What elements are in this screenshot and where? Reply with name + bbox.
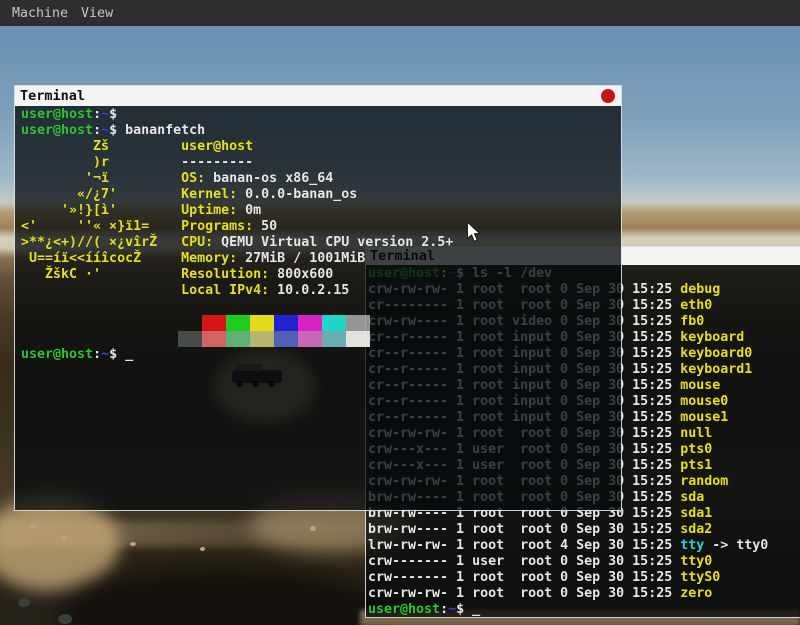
menu-bar: Machine View bbox=[0, 0, 800, 26]
terminal-line: <' ''« ×}ï1= Programs: 50 bbox=[21, 219, 621, 235]
terminal-line: user@host:~$ bananfetch bbox=[21, 123, 621, 139]
terminal-line bbox=[21, 331, 621, 347]
palette-swatch bbox=[202, 331, 226, 347]
palette-swatch bbox=[346, 331, 370, 347]
terminal-line: '»!}[ì' Uptime: 0m bbox=[21, 203, 621, 219]
terminal-line: crw------- 1 root root 0 Sep 30 15:25 tt… bbox=[368, 570, 800, 586]
palette-swatch bbox=[298, 315, 322, 331]
palette-swatch bbox=[226, 331, 250, 347]
palette-swatch bbox=[274, 331, 298, 347]
rock bbox=[310, 526, 316, 531]
terminal-line bbox=[21, 315, 621, 331]
terminal-line: >**¿<+)//( ×¿vîrŽ CPU: QEMU Virtual CPU … bbox=[21, 235, 621, 251]
palette-swatch bbox=[298, 331, 322, 347]
palette-swatch bbox=[178, 331, 202, 347]
terminal-line: user@host:~$ bbox=[21, 107, 621, 123]
menu-item-machine[interactable]: Machine bbox=[12, 6, 68, 21]
palette-swatch bbox=[178, 315, 202, 331]
palette-swatch bbox=[322, 315, 346, 331]
palette-swatch bbox=[346, 315, 370, 331]
palette-swatch bbox=[202, 315, 226, 331]
terminal1-title-bar[interactable]: Terminal bbox=[15, 86, 621, 106]
rock bbox=[18, 598, 30, 607]
wallpaper-shadow-patch bbox=[60, 566, 390, 625]
terminal-line: user@host:~$ _ bbox=[368, 602, 800, 617]
rock bbox=[58, 614, 72, 624]
palette-swatch bbox=[250, 315, 274, 331]
close-button[interactable] bbox=[601, 89, 615, 103]
palette-swatch bbox=[226, 315, 250, 331]
terminal1-title: Terminal bbox=[20, 88, 85, 104]
palette-swatch bbox=[250, 331, 274, 347]
terminal-line: )r --------- bbox=[21, 155, 621, 171]
rock bbox=[30, 524, 36, 529]
terminal-line: Zš user@host bbox=[21, 139, 621, 155]
terminal-line: ŽškC ·' Resolution: 800x600 bbox=[21, 267, 621, 283]
mouse-cursor-icon bbox=[466, 221, 482, 244]
terminal-line bbox=[21, 299, 621, 315]
terminal-line: user@host:~$ _ bbox=[21, 347, 621, 363]
terminal1-output[interactable]: user@host:~$user@host:~$ bananfetch Zš u… bbox=[15, 106, 621, 510]
rock bbox=[200, 547, 205, 551]
rock bbox=[130, 542, 136, 546]
terminal-line: «/¿7' Kernel: 0.0.0-banan_os bbox=[21, 187, 621, 203]
palette-swatch bbox=[322, 331, 346, 347]
menu-item-view[interactable]: View bbox=[81, 6, 113, 21]
terminal-line: lrw-rw-rw- 1 root root 4 Sep 30 15:25 tt… bbox=[368, 538, 800, 554]
palette-swatch bbox=[274, 315, 298, 331]
terminal-line: Local IPv4: 10.0.2.15 bbox=[21, 283, 621, 299]
terminal-window-bananfetch: Terminal user@host:~$user@host:~$ bananf… bbox=[14, 85, 622, 511]
terminal-line: crw------- 1 user root 0 Sep 30 15:25 tt… bbox=[368, 554, 800, 570]
terminal-line: '¬ï OS: banan-os x86_64 bbox=[21, 171, 621, 187]
rock bbox=[62, 536, 67, 540]
terminal-line: U==íï<<ííîcocŽ Memory: 27MiB / 1001MiB bbox=[21, 251, 621, 267]
terminal-line: brw-rw---- 1 root root 0 Sep 30 15:25 sd… bbox=[368, 522, 800, 538]
terminal-line: crw-rw-rw- 1 root root 0 Sep 30 15:25 ze… bbox=[368, 586, 800, 602]
